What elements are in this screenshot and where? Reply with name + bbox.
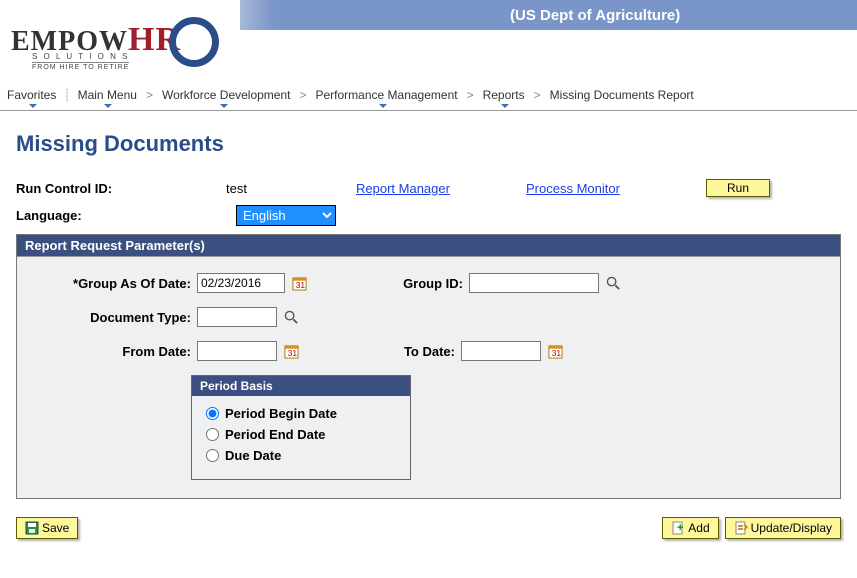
chevron-right-icon: > [146, 88, 153, 102]
separator-icon: ┊ [63, 88, 70, 102]
chevron-right-icon: > [299, 88, 306, 102]
group-asof-date-input[interactable] [197, 273, 285, 293]
breadcrumb-performance-management[interactable]: Performance Management [313, 86, 461, 104]
breadcrumb-workforce-development[interactable]: Workforce Development [159, 86, 294, 104]
group-asof-label: *Group As Of Date: [31, 276, 191, 291]
report-request-parameters-section: Report Request Parameter(s) *Group As Of… [16, 234, 841, 499]
calendar-icon[interactable]: 31 [291, 275, 307, 291]
run-button[interactable]: Run [706, 179, 770, 197]
period-end-date-radio[interactable] [206, 428, 219, 441]
due-date-radio-row[interactable]: Due Date [206, 448, 396, 463]
from-date-input[interactable] [197, 341, 277, 361]
period-begin-date-radio-row[interactable]: Period Begin Date [206, 406, 396, 421]
save-icon [25, 521, 39, 535]
due-date-radio[interactable] [206, 449, 219, 462]
due-date-label: Due Date [225, 448, 281, 463]
page-title: Missing Documents [16, 131, 841, 157]
chevron-right-icon: > [534, 88, 541, 102]
breadcrumb-reports[interactable]: Reports [480, 86, 528, 104]
document-type-label: Document Type: [31, 310, 191, 325]
to-date-input[interactable] [461, 341, 541, 361]
logo-ring-icon [169, 17, 219, 67]
svg-text:31: 31 [287, 348, 297, 358]
period-begin-date-label: Period Begin Date [225, 406, 337, 421]
run-control-label: Run Control ID: [16, 181, 226, 196]
group-id-label: Group ID: [373, 276, 463, 291]
period-basis-groupbox: Period Basis Period Begin Date Period En… [191, 375, 411, 480]
update-display-icon [734, 521, 748, 535]
section-header: Report Request Parameter(s) [17, 235, 840, 257]
save-button-label: Save [42, 521, 69, 535]
breadcrumb-missing-documents-report[interactable]: Missing Documents Report [547, 86, 697, 104]
svg-text:31: 31 [551, 348, 561, 358]
from-date-label: From Date: [31, 344, 191, 359]
add-button-label: Add [688, 521, 709, 535]
save-button[interactable]: Save [16, 517, 78, 539]
svg-text:31: 31 [295, 280, 305, 290]
breadcrumb-main-menu[interactable]: Main Menu [75, 86, 140, 104]
add-button[interactable]: + Add [662, 517, 718, 539]
language-select[interactable]: English [236, 205, 336, 226]
run-control-value: test [226, 181, 356, 196]
period-end-date-label: Period End Date [225, 427, 325, 442]
report-manager-link[interactable]: Report Manager [356, 181, 526, 196]
calendar-icon[interactable]: 31 [547, 343, 563, 359]
update-display-button[interactable]: Update/Display [725, 517, 841, 539]
bottom-button-bar: Save + Add Update/Display [16, 517, 841, 539]
logo: EMPOWHR S O L U T I O N S FROM HIRE TO R… [10, 2, 220, 77]
lookup-icon[interactable] [605, 275, 621, 291]
language-label: Language: [16, 208, 226, 223]
calendar-icon[interactable]: 31 [283, 343, 299, 359]
to-date-label: To Date: [365, 344, 455, 359]
chevron-right-icon: > [467, 88, 474, 102]
breadcrumb: Favorites ┊ Main Menu > Workforce Develo… [0, 83, 857, 111]
period-basis-title: Period Basis [192, 376, 410, 396]
update-display-button-label: Update/Display [751, 521, 832, 535]
org-name: (US Dept of Agriculture) [510, 7, 680, 24]
period-begin-date-radio[interactable] [206, 407, 219, 420]
lookup-icon[interactable] [283, 309, 299, 325]
process-monitor-link[interactable]: Process Monitor [526, 181, 706, 196]
logo-sub2: FROM HIRE TO RETIRE [32, 62, 129, 71]
group-id-input[interactable] [469, 273, 599, 293]
document-type-input[interactable] [197, 307, 277, 327]
svg-text:+: + [677, 522, 683, 534]
logo-sub1: S O L U T I O N S [32, 52, 129, 61]
period-end-date-radio-row[interactable]: Period End Date [206, 427, 396, 442]
breadcrumb-favorites[interactable]: Favorites [4, 86, 59, 104]
add-icon: + [671, 521, 685, 535]
